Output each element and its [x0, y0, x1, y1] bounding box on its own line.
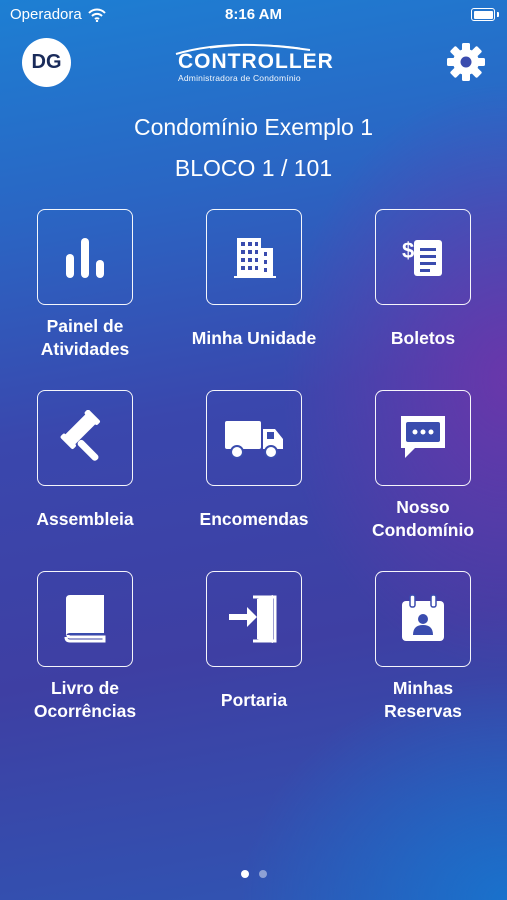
tile-frame — [375, 571, 471, 667]
controller-logo: CONTROLLER Administradora de Condomínio — [170, 40, 340, 84]
tile-label: Minhas Reservas — [384, 678, 462, 721]
svg-text:$: $ — [402, 238, 414, 263]
tile-label: Minha Unidade — [191, 328, 317, 348]
menu-assembleia[interactable]: Assembleia — [0, 390, 170, 560]
menu-minhas-reservas[interactable]: Minhas Reservas — [338, 571, 507, 741]
tile-label: Nosso Condomínio — [371, 497, 475, 540]
chat-bubble-icon — [401, 416, 445, 458]
tile-frame — [206, 390, 302, 486]
logo-title: CONTROLLER — [178, 50, 334, 73]
building-icon — [234, 238, 276, 278]
status-bar: Operadora 8:16 AM — [0, 0, 507, 30]
battery-icon — [471, 8, 495, 21]
tile-frame — [375, 390, 471, 486]
invoice-icon: $ — [402, 238, 442, 276]
tile-label: Portaria — [220, 690, 288, 710]
tile-label: Livro de Ocorrências — [33, 678, 137, 721]
tile-frame — [37, 390, 133, 486]
tile-label: Painel de Atividades — [40, 316, 130, 359]
menu-livro-ocorrencias[interactable]: Livro de Ocorrências — [0, 571, 170, 741]
calendar-person-icon — [402, 594, 444, 641]
gavel-icon — [60, 410, 100, 461]
status-time: 8:16 AM — [225, 6, 282, 23]
avatar[interactable]: DG — [22, 38, 71, 87]
tile-frame: $ — [375, 209, 471, 305]
truck-icon — [225, 421, 283, 459]
gear-icon[interactable] — [445, 41, 487, 83]
tile-frame — [206, 571, 302, 667]
logo-subtitle: Administradora de Condomínio — [178, 73, 301, 83]
menu-encomendas[interactable]: Encomendas — [169, 390, 339, 560]
page-dot-2[interactable] — [258, 870, 267, 878]
door-enter-icon — [229, 595, 277, 643]
tile-frame — [206, 209, 302, 305]
condo-name: Condomínio Exemplo 1 — [133, 114, 374, 140]
tile-frame — [37, 209, 133, 305]
menu-portaria[interactable]: Portaria — [169, 571, 339, 741]
tile-label: Assembleia — [36, 509, 134, 529]
tile-label: Encomendas — [199, 509, 309, 529]
menu-nosso-condominio[interactable]: Nosso Condomínio — [338, 390, 507, 560]
book-icon — [64, 595, 106, 643]
page-indicator[interactable] — [0, 870, 507, 878]
battery-tip — [497, 12, 499, 17]
tile-label: Boletos — [390, 328, 456, 348]
unit-label: BLOCO 1 / 101 — [174, 155, 333, 181]
tile-frame — [37, 571, 133, 667]
page-dot-1[interactable] — [240, 870, 249, 878]
menu-minha-unidade[interactable]: Minha Unidade — [169, 209, 339, 379]
menu-painel-atividades[interactable]: Painel de Atividades — [0, 209, 170, 379]
menu-boletos[interactable]: $ Boletos — [338, 209, 507, 379]
bar-chart-icon — [66, 238, 104, 278]
